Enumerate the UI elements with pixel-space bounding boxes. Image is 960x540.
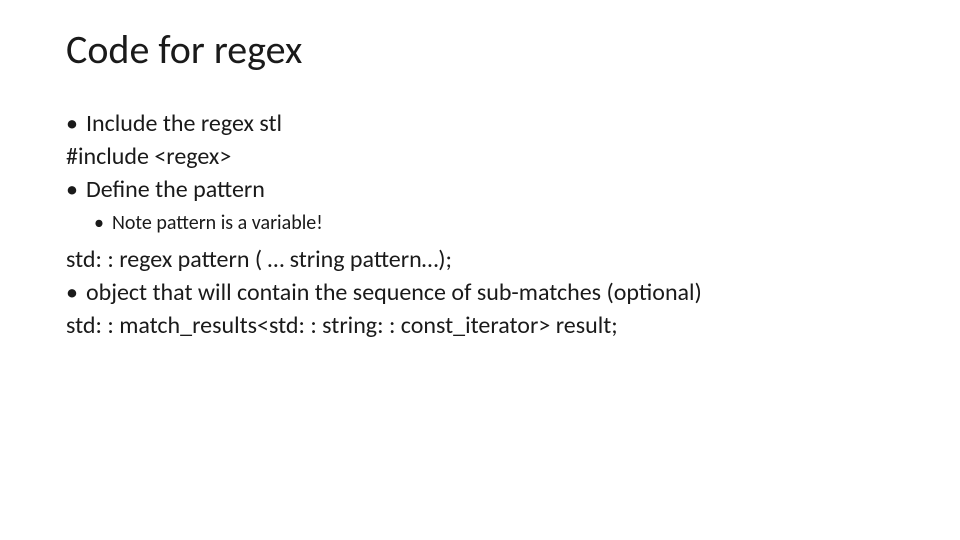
bullet-icon: • [66, 174, 78, 205]
bullet-text: Include the regex stl [86, 108, 282, 139]
code-regex-pattern-line: std: : regex pattern ( … string pattern…… [66, 244, 894, 275]
bullet-icon: • [94, 210, 104, 236]
bullet-text: Define the pattern [86, 174, 265, 205]
slide-body: • Include the regex stl #include <regex>… [66, 108, 894, 341]
bullet-define-pattern: • Define the pattern [66, 174, 894, 205]
slide: Code for regex • Include the regex stl #… [0, 0, 960, 540]
bullet-icon: • [66, 277, 78, 308]
bullet-include-regex: • Include the regex stl [66, 108, 894, 139]
slide-title: Code for regex [66, 28, 894, 72]
code-include-line: #include <regex> [66, 141, 894, 172]
code-match-results-line: std: : match_results<std: : string: : co… [66, 310, 894, 341]
sub-bullet-note-variable: • Note pattern is a variable! [94, 210, 894, 236]
bullet-icon: • [66, 108, 78, 139]
bullet-match-results: • object that will contain the sequence … [66, 277, 894, 308]
bullet-text: object that will contain the sequence of… [86, 277, 702, 308]
bullet-text: Note pattern is a variable! [112, 210, 323, 236]
